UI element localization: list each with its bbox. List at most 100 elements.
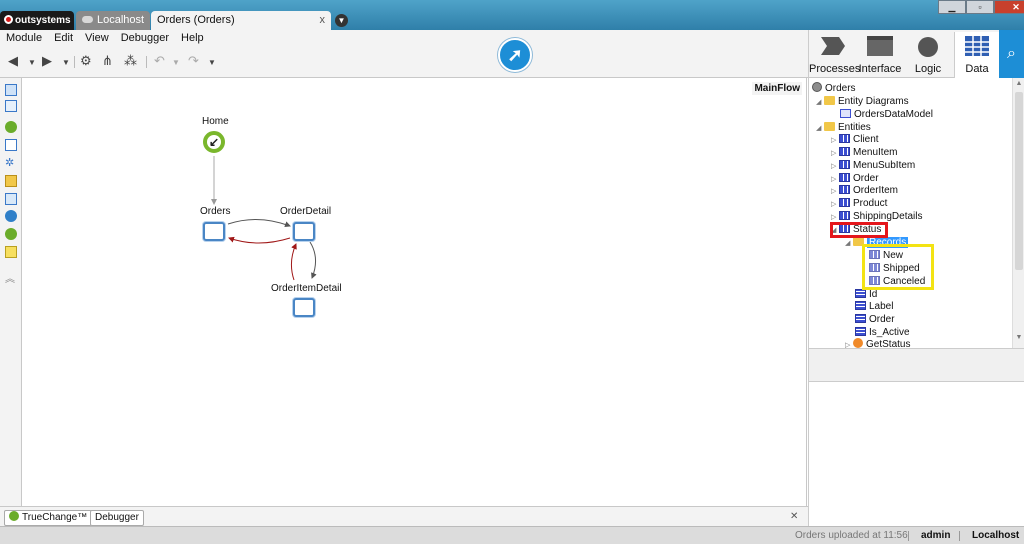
forward-icon[interactable]: ▶ [42, 54, 52, 68]
processes-icon [809, 35, 857, 59]
tree-entity[interactable]: ▷ MenuItem [831, 146, 897, 159]
node-orders-label: Orders [200, 206, 231, 217]
toolbar-separator [74, 56, 75, 68]
note-tool-icon[interactable] [5, 246, 17, 258]
tree-entity[interactable]: ▷ OrderItem [831, 184, 898, 197]
publish-button[interactable]: ➚ [498, 38, 532, 72]
scroll-down-icon[interactable]: ▼ [1013, 334, 1024, 346]
home-node-icon[interactable]: ↙ [203, 131, 225, 153]
tree-root[interactable]: Orders [812, 82, 856, 95]
menu-help[interactable]: Help [181, 30, 204, 46]
tree-attribute[interactable]: Order [855, 313, 895, 326]
tree-action[interactable]: ▷ GetStatus [845, 338, 910, 348]
expanded-icon[interactable]: ◢ [816, 96, 824, 109]
node-orderdetail-label: OrderDetail [280, 206, 332, 217]
widget-tool-icon[interactable] [5, 139, 17, 151]
layout-icon[interactable]: ⁂ [124, 54, 137, 68]
tree-entity[interactable]: ▷ Product [831, 197, 887, 210]
status-server[interactable]: Localhost [972, 527, 1019, 544]
undo-icon[interactable]: ↶ [154, 54, 165, 68]
minimize-button[interactable]: ▁ [938, 0, 966, 14]
status-bar: Orders uploaded at 11:56 admin Localhost [0, 526, 1024, 544]
scroll-up-icon[interactable]: ▲ [1013, 80, 1024, 92]
window-controls: ▁ ▫ ✕ [938, 0, 1024, 14]
attribute-label: Is_Active [869, 327, 910, 338]
tab-logic[interactable]: Logic [903, 32, 953, 78]
forward-dropdown-icon[interactable]: ▼ [62, 56, 70, 70]
properties-panel [808, 382, 1024, 526]
tab-truechange[interactable]: TrueChange™ [4, 510, 93, 526]
tree-attribute[interactable]: Label [855, 300, 893, 313]
close-window-button[interactable]: ✕ [994, 0, 1024, 14]
back-icon[interactable]: ◀ [8, 54, 18, 68]
flow-icon[interactable]: ⋔ [102, 54, 113, 68]
layer-tabs: Processes Interface Logic Data [808, 30, 1024, 78]
puzzle-tool-icon[interactable]: ✲ [5, 157, 17, 169]
expanded-icon[interactable]: ◢ [845, 237, 853, 250]
menu-view[interactable]: View [85, 30, 109, 46]
tab-truechange-label: TrueChange™ [22, 512, 88, 523]
toolbox: ✲ ︽ [0, 78, 22, 526]
status-message: Orders uploaded at 11:56 [795, 530, 908, 541]
attribute-label: Id [869, 289, 878, 300]
search-icon: ⌕ [1007, 45, 1016, 62]
gear-icon[interactable]: ⚙ [80, 54, 92, 68]
tree-entity[interactable]: ▷ Client [831, 133, 879, 146]
screen-tool-icon[interactable] [5, 84, 17, 96]
orders-screen-node[interactable] [203, 222, 225, 241]
menu-debugger[interactable]: Debugger [121, 30, 169, 46]
go-tool-icon[interactable] [5, 228, 17, 240]
entity-icon [839, 185, 850, 194]
tab-orders[interactable]: Orders (Orders) x [151, 11, 331, 30]
tree-entity-diagrams[interactable]: ◢ Entity Diagrams [816, 95, 909, 108]
tab-interface[interactable]: Interface [857, 32, 903, 78]
scroll-thumb[interactable] [1015, 92, 1023, 270]
tab-data[interactable]: Data [954, 32, 1000, 78]
entity-diagrams-label: Entity Diagrams [838, 96, 909, 107]
expanded-icon[interactable]: ◢ [816, 122, 824, 135]
brand-tab[interactable]: outsystems [0, 11, 74, 30]
tree-entity[interactable]: ▷ MenuSubItem [831, 159, 915, 172]
maximize-button[interactable]: ▫ [966, 0, 994, 14]
entity-label: OrderItem [853, 185, 899, 196]
data-tree: Orders ◢ Entity Diagrams OrdersDataModel … [808, 78, 1024, 348]
attribute-icon [855, 289, 866, 298]
back-dropdown-icon[interactable]: ▼ [28, 56, 36, 70]
tab-data-label: Data [965, 63, 989, 75]
tree-scrollbar[interactable]: ▲ ▼ [1012, 78, 1024, 348]
search-button[interactable]: ⌕ [999, 30, 1024, 78]
entity-icon [839, 160, 850, 169]
status-user[interactable]: admin [921, 527, 950, 544]
tab-orders-label: Orders (Orders) [157, 14, 235, 26]
window-tool-icon[interactable] [5, 193, 17, 205]
menu-module[interactable]: Module [6, 30, 42, 46]
undo-dropdown-icon[interactable]: ▼ [172, 56, 180, 70]
tab-processes[interactable]: Processes [809, 32, 860, 78]
tab-logic-label: Logic [914, 63, 942, 75]
collapse-up-icon[interactable]: ︽ [5, 274, 17, 286]
entity-label: ShippingDetails [853, 211, 923, 222]
flow-canvas[interactable]: MainFlow Home ↙ Orders OrderDetail Order… [22, 78, 807, 506]
diagram-icon [840, 109, 851, 118]
entity-icon [839, 198, 850, 207]
menu-edit[interactable]: Edit [54, 30, 73, 46]
redo-icon[interactable]: ↷ [188, 54, 199, 68]
tab-debugger[interactable]: Debugger [90, 510, 144, 526]
collapsed-icon[interactable]: ▷ [845, 339, 853, 348]
check-tool-icon[interactable] [5, 121, 17, 133]
orderitemdetail-screen-node[interactable] [293, 298, 315, 317]
orderdetail-screen-node[interactable] [293, 222, 315, 241]
panel-close-icon[interactable]: ✕ [790, 511, 798, 522]
redo-dropdown-icon[interactable]: ▼ [208, 56, 216, 70]
tab-close-icon[interactable]: x [320, 11, 326, 30]
tab-dropdown-icon[interactable]: ▼ [335, 14, 348, 27]
web-tool-icon[interactable] [5, 210, 17, 222]
data-icon [955, 35, 999, 59]
tree-data-model[interactable]: OrdersDataModel [840, 108, 933, 121]
tab-localhost[interactable]: Localhost [76, 11, 150, 30]
logic-icon [903, 35, 953, 59]
form-tool-icon[interactable] [5, 100, 17, 112]
tab-debugger-label: Debugger [95, 512, 139, 523]
entity-label: Order [853, 173, 879, 184]
folder-tool-icon[interactable] [5, 175, 17, 187]
